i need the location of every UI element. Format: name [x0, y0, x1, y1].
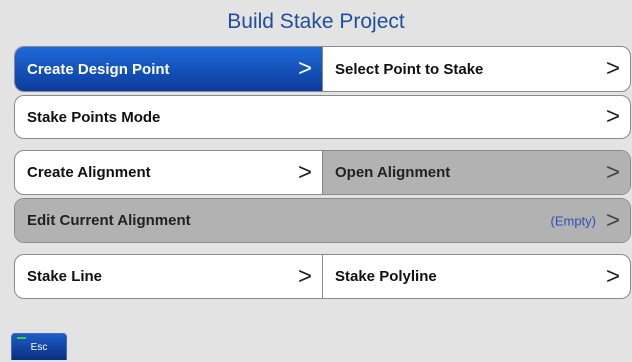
alignment-status-label: (Empty) [550, 213, 597, 228]
chevron-right-icon: > [297, 55, 312, 82]
stake-line-label: Stake Line [27, 268, 103, 285]
chevron-right-icon: > [605, 103, 620, 130]
chevron-right-icon: > [297, 262, 312, 290]
create-alignment-label: Create Alignment [27, 164, 151, 181]
chevron-right-icon: > [605, 206, 620, 234]
menu-row-3: Create Alignment > Open Alignment > [14, 150, 631, 195]
edit-current-alignment-label: Edit Current Alignment [27, 212, 191, 229]
create-design-point-label: Create Design Point [27, 60, 170, 78]
select-point-to-stake-button[interactable]: Select Point to Stake > [322, 47, 630, 91]
menu-row-5: Stake Line > Stake Polyline > [14, 254, 631, 299]
esc-button[interactable]: Esc [11, 333, 67, 360]
open-alignment-label: Open Alignment [335, 164, 451, 181]
chevron-right-icon: > [605, 55, 620, 82]
open-alignment-button[interactable]: Open Alignment > [322, 151, 630, 194]
stake-points-mode-label: Stake Points Mode [27, 108, 161, 126]
stake-line-button[interactable]: Stake Line > [15, 255, 322, 298]
menu-row-1: Create Design Point > Select Point to St… [14, 46, 631, 92]
menu-row-2: Stake Points Mode > [14, 95, 631, 139]
stake-polyline-label: Stake Polyline [335, 268, 437, 285]
esc-label: Esc [30, 342, 48, 353]
stake-points-mode-button[interactable]: Stake Points Mode > [15, 96, 630, 138]
green-led-icon [17, 337, 26, 339]
stake-polyline-button[interactable]: Stake Polyline > [322, 255, 630, 298]
menu-row-4: Edit Current Alignment (Empty) > [14, 198, 631, 243]
create-alignment-button[interactable]: Create Alignment > [15, 151, 322, 194]
select-point-to-stake-label: Select Point to Stake [335, 60, 484, 78]
chevron-right-icon: > [605, 158, 620, 186]
create-design-point-button[interactable]: Create Design Point > [15, 47, 322, 91]
chevron-right-icon: > [605, 262, 620, 290]
edit-current-alignment-button[interactable]: Edit Current Alignment (Empty) > [15, 199, 630, 242]
page-title: Build Stake Project [227, 10, 405, 33]
chevron-right-icon: > [297, 158, 312, 186]
